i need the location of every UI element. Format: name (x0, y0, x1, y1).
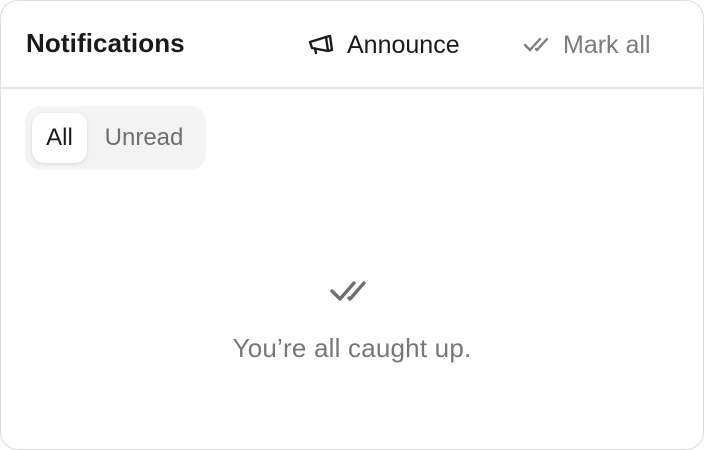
tab-all[interactable]: All (32, 113, 87, 163)
announce-label: Announce (347, 30, 460, 59)
megaphone-icon (307, 34, 335, 56)
empty-state-message: You’re all caught up. (232, 333, 472, 363)
notifications-panel: Notifications Announce Mark all All Unre… (0, 0, 704, 450)
double-check-icon (329, 273, 375, 309)
panel-title: Notifications (26, 28, 185, 58)
double-check-icon (523, 35, 553, 55)
announce-button[interactable]: Announce (307, 27, 460, 63)
mark-all-button[interactable]: Mark all (523, 27, 651, 63)
empty-state: You’re all caught up. (1, 273, 703, 364)
tab-unread[interactable]: Unread (95, 113, 193, 163)
filter-tabs: All Unread (25, 106, 206, 170)
panel-header: Notifications Announce Mark all (1, 1, 703, 89)
mark-all-label: Mark all (563, 30, 651, 59)
